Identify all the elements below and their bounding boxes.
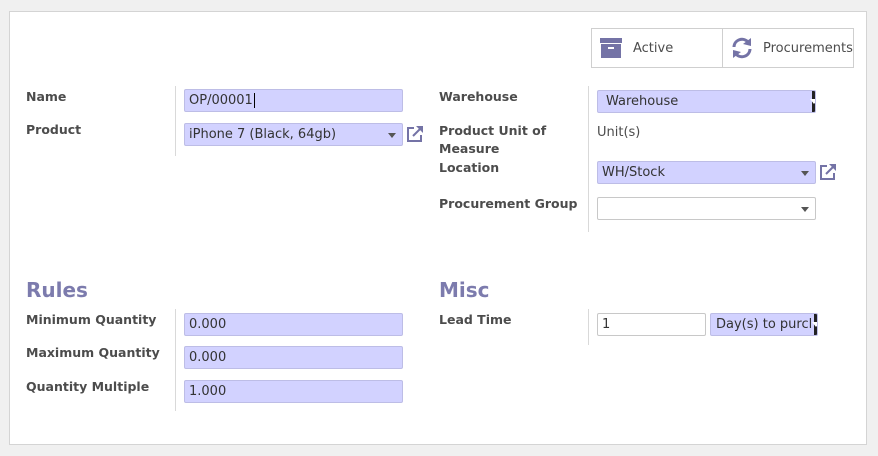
text-cursor	[253, 93, 255, 108]
external-link-icon[interactable]	[405, 124, 425, 144]
maximum-quantity-value: 0.000	[189, 350, 227, 365]
procurements-button[interactable]: Procurements	[722, 28, 854, 68]
chevron-down-icon	[812, 322, 817, 327]
active-toggle-button[interactable]: Active	[591, 28, 723, 68]
minimum-quantity-value: 0.000	[189, 317, 227, 332]
location-select[interactable]: WH/Stock	[597, 161, 816, 184]
name-input[interactable]: OP/00001	[184, 89, 403, 112]
lead-time-label: Lead Time	[439, 312, 512, 327]
refresh-icon	[730, 37, 754, 59]
misc-section-title: Misc	[439, 278, 490, 302]
form-sheet: Active Procurements Name Product OP/0000…	[9, 11, 867, 445]
product-select-value: iPhone 7 (Black, 64gb)	[189, 127, 337, 142]
external-link-icon[interactable]	[818, 162, 838, 182]
lead-time-type-select[interactable]: Day(s) to purcl	[710, 313, 818, 336]
quantity-multiple-label: Quantity Multiple	[26, 379, 150, 394]
chevron-down-icon	[810, 99, 815, 104]
chevron-down-icon	[801, 207, 809, 212]
procurement-group-label: Procurement Group	[439, 196, 578, 211]
select-edge	[810, 91, 815, 112]
name-input-value: OP/00001	[189, 93, 253, 108]
warehouse-label: Warehouse	[439, 89, 518, 104]
warehouse-select[interactable]: Warehouse	[597, 90, 816, 113]
lead-time-type-value: Day(s) to purcl	[716, 317, 813, 332]
procurements-button-label: Procurements	[763, 40, 853, 56]
location-label: Location	[439, 160, 500, 175]
minimum-quantity-input[interactable]: 0.000	[184, 313, 403, 336]
name-label: Name	[26, 89, 67, 104]
uom-value: Unit(s)	[597, 125, 641, 140]
chevron-down-icon	[388, 133, 396, 138]
location-select-value: WH/Stock	[602, 165, 665, 180]
product-label: Product	[26, 122, 82, 137]
active-button-label: Active	[633, 40, 674, 56]
archive-icon	[600, 38, 622, 58]
quantity-multiple-input[interactable]: 1.000	[184, 380, 403, 403]
left-group-divider	[175, 86, 176, 156]
rules-divider	[175, 309, 176, 411]
product-select[interactable]: iPhone 7 (Black, 64gb)	[184, 123, 403, 146]
right-group-divider	[588, 86, 589, 232]
maximum-quantity-input[interactable]: 0.000	[184, 346, 403, 369]
warehouse-select-value: Warehouse	[606, 94, 679, 109]
uom-label-line2: Measure	[439, 141, 500, 156]
lead-time-value: 1	[602, 317, 611, 332]
minimum-quantity-label: Minimum Quantity	[26, 312, 157, 327]
procurement-group-select[interactable]	[597, 197, 816, 220]
misc-divider	[588, 309, 589, 345]
quantity-multiple-value: 1.000	[189, 384, 227, 399]
select-edge	[812, 314, 817, 335]
rules-section-title: Rules	[26, 278, 88, 302]
maximum-quantity-label: Maximum Quantity	[26, 345, 160, 360]
lead-time-input[interactable]: 1	[597, 313, 706, 336]
chevron-down-icon	[801, 171, 809, 176]
uom-label-line1: Product Unit of	[439, 123, 547, 138]
